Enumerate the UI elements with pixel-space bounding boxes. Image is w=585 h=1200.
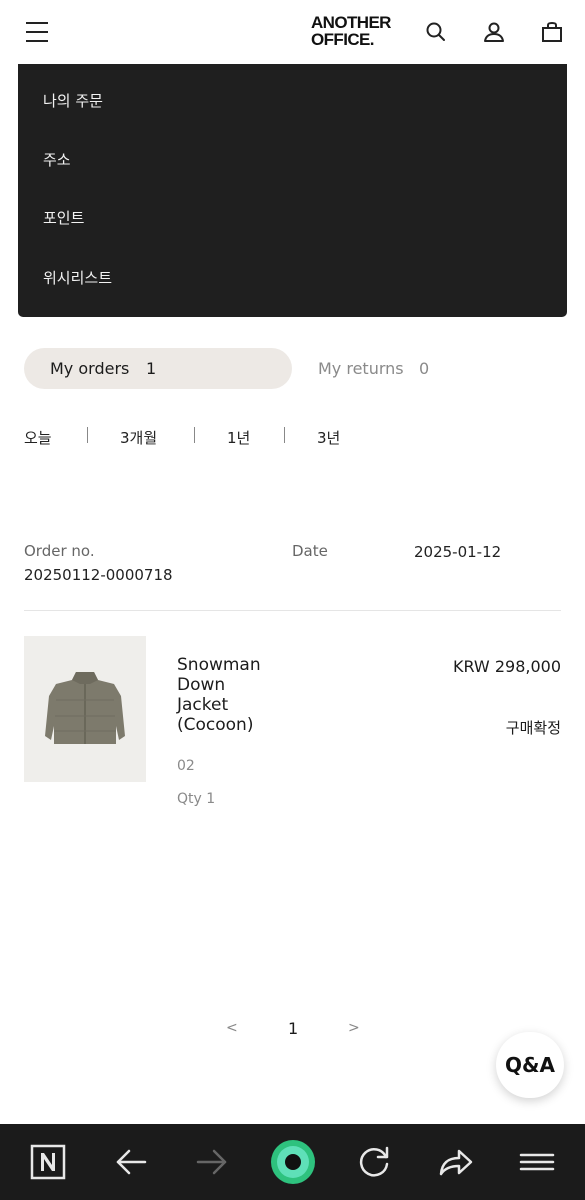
forward-icon[interactable] [190,1140,234,1184]
tab-my-orders-count: 1 [146,359,157,378]
pagination-current-page[interactable]: 1 [288,1019,298,1038]
menu-item-wishlist[interactable]: 위시리스트 [43,267,112,288]
tab-my-returns-label: My returns [318,359,404,378]
menu-item-my-orders[interactable]: 나의 주문 [43,90,103,111]
green-home-icon[interactable] [271,1140,315,1184]
order-number-label: Order no. [24,542,95,560]
menu-item-points[interactable]: 포인트 [43,207,84,228]
site-header: ANOTHER OFFICE. [0,0,585,64]
bag-icon[interactable] [540,20,564,44]
user-icon[interactable] [482,20,506,44]
period-divider [87,427,88,443]
order-status: 구매확정 [505,719,561,737]
period-divider [194,427,195,443]
qa-button[interactable]: Q&A [496,1032,564,1098]
share-icon[interactable] [433,1140,477,1184]
menu-icon[interactable] [26,22,48,42]
naver-home-icon[interactable] [26,1140,70,1184]
jacket-image [45,672,125,744]
period-3-years[interactable]: 3년 [317,427,340,448]
brand-logo[interactable]: ANOTHER OFFICE. [311,14,395,48]
period-today[interactable]: 오늘 [24,427,52,448]
period-1-year[interactable]: 1년 [227,427,250,448]
period-divider [284,427,285,443]
logo-line-2: OFFICE. [311,30,374,49]
account-menu: 나의 주문 주소 포인트 위시리스트 [18,64,567,317]
order-number[interactable]: 20250112-0000718 [24,566,173,584]
tab-my-orders-label: My orders [50,359,130,378]
menu-item-address[interactable]: 주소 [43,149,71,170]
tab-my-returns-count: 0 [419,359,430,378]
pagination-prev[interactable]: < [226,1020,238,1036]
browser-menu-icon[interactable] [515,1140,559,1184]
product-name-line: (Cocoon) [177,715,254,735]
order-date: 2025-01-12 [414,543,502,561]
reload-icon[interactable] [352,1140,396,1184]
period-3-months[interactable]: 3개월 [120,427,157,448]
product-price: KRW 298,000 [452,657,561,676]
search-icon[interactable] [424,20,448,44]
order-date-label: Date [292,542,328,560]
pagination-next[interactable]: > [348,1020,360,1036]
product-name-line: Down [177,675,226,695]
product-option: 02 [177,758,195,774]
order-divider [24,610,561,611]
product-name-line: Jacket [177,695,229,715]
product-quantity: Qty 1 [177,791,216,807]
product-image[interactable] [24,636,146,782]
logo-line-1: ANOTHER [311,13,391,32]
back-icon[interactable] [109,1140,153,1184]
product-name-line: Snowman [177,655,261,675]
product-name[interactable]: Snowman Down Jacket (Cocoon) [177,655,287,735]
tab-my-orders[interactable]: My orders 1 [24,348,292,389]
